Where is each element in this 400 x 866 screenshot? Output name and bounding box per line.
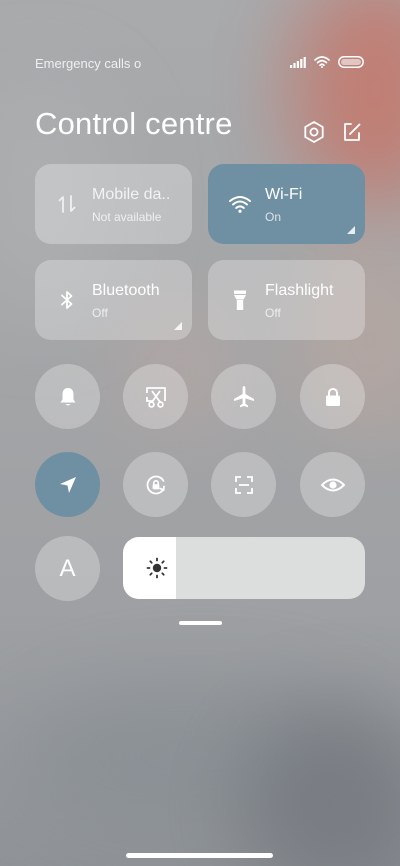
- status-icons: [290, 56, 364, 68]
- status-bar: Emergency calls o: [35, 56, 364, 72]
- wifi-icon: [314, 56, 330, 68]
- carrier-text: Emergency calls o: [35, 56, 141, 71]
- settings-button[interactable]: [302, 120, 326, 144]
- edit-icon: [344, 123, 361, 141]
- auto-brightness-toggle[interactable]: A: [35, 536, 100, 601]
- flashlight-tile[interactable]: Flashlight Off: [208, 260, 365, 340]
- location-icon: [59, 476, 76, 493]
- sun-icon: [146, 557, 168, 579]
- reading-mode-toggle[interactable]: [300, 452, 365, 517]
- home-indicator[interactable]: [126, 853, 273, 858]
- mobile-data-icon: [58, 195, 76, 213]
- tile-label: Bluetooth: [92, 282, 160, 299]
- lock-screen-toggle[interactable]: [300, 364, 365, 429]
- screenshot-icon: [145, 386, 166, 408]
- airplane-mode-toggle[interactable]: [211, 364, 276, 429]
- scanner-toggle[interactable]: [211, 452, 276, 517]
- screenshot-toggle[interactable]: [123, 364, 188, 429]
- silent-toggle[interactable]: [35, 364, 100, 429]
- collapse-handle[interactable]: [179, 621, 222, 625]
- scan-icon: [234, 475, 253, 494]
- tile-label: Wi-Fi: [265, 186, 303, 203]
- edit-button[interactable]: [340, 120, 364, 144]
- wifi-icon: [229, 196, 251, 213]
- tile-label: Mobile da..: [92, 186, 171, 203]
- mobile-data-tile[interactable]: Mobile da.. Not available: [35, 164, 192, 244]
- expand-corner-icon[interactable]: [347, 226, 355, 234]
- bluetooth-tile[interactable]: Bluetooth Off: [35, 260, 192, 340]
- tile-status: On: [265, 210, 282, 224]
- rotation-lock-icon: [146, 475, 165, 494]
- signal-icon: [290, 56, 306, 68]
- eye-icon: [320, 478, 345, 491]
- page-title: Control centre: [35, 106, 233, 141]
- brightness-slider[interactable]: [123, 537, 365, 599]
- tile-status: Off: [265, 306, 281, 320]
- wifi-tile[interactable]: Wi-Fi On: [208, 164, 365, 244]
- location-toggle[interactable]: [35, 452, 100, 517]
- battery-icon: [338, 56, 364, 68]
- bell-icon: [60, 387, 75, 405]
- lock-icon: [325, 387, 340, 406]
- gear-icon: [304, 121, 324, 143]
- bluetooth-icon: [61, 291, 73, 309]
- airplane-icon: [233, 385, 254, 407]
- flashlight-icon: [234, 290, 246, 310]
- rotation-lock-toggle[interactable]: [123, 452, 188, 517]
- tile-label: Flashlight: [265, 282, 334, 299]
- auto-brightness-label: A: [59, 555, 76, 582]
- tile-status: Off: [92, 306, 108, 320]
- tile-status: Not available: [92, 210, 162, 224]
- expand-corner-icon[interactable]: [174, 322, 182, 330]
